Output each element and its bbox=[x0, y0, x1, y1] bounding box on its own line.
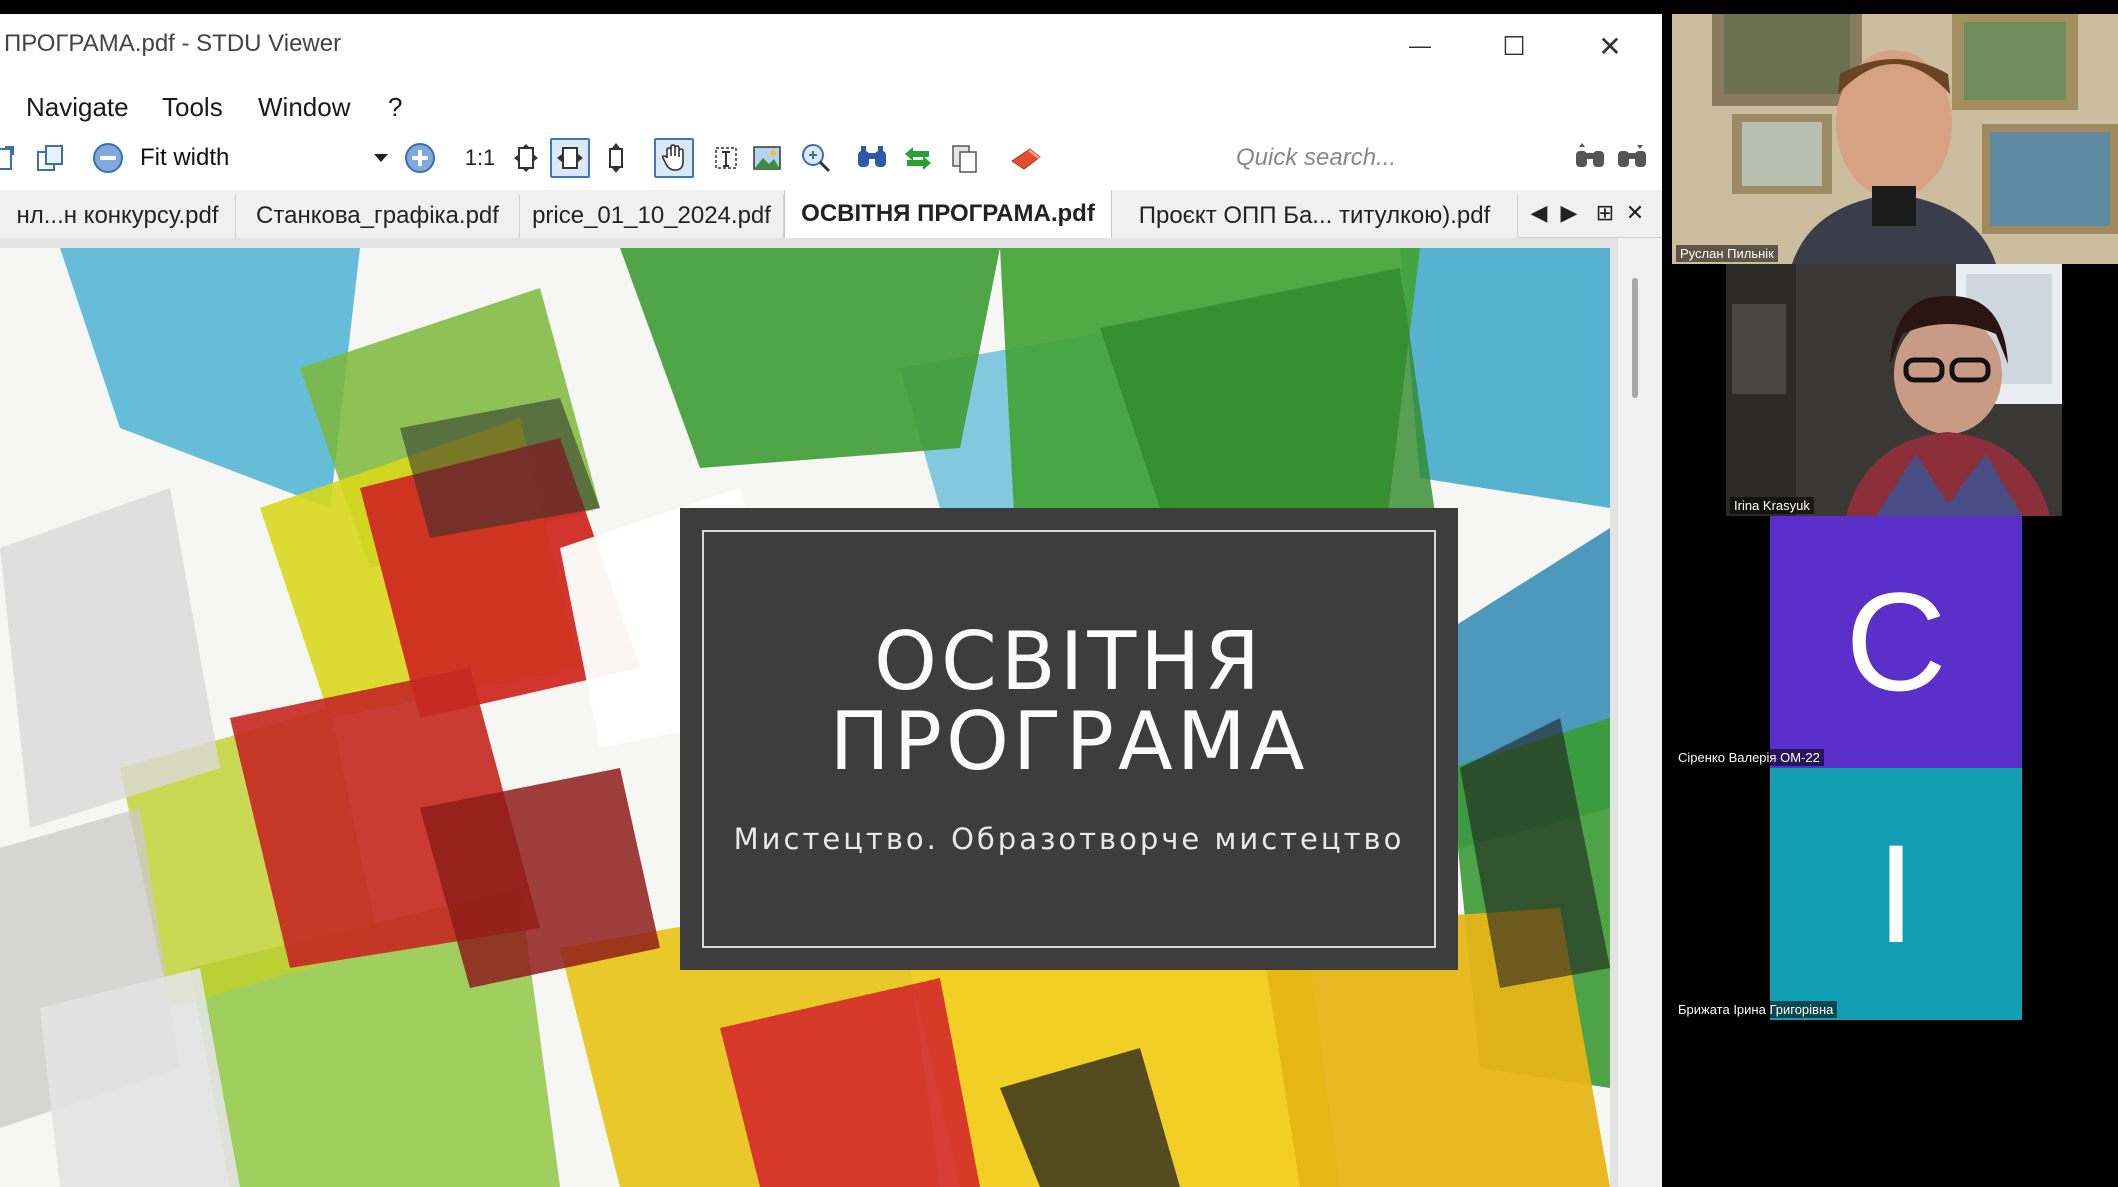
video-call-panel: Руслан Пильнік Irina Krasyuk С Сіренко В… bbox=[1670, 0, 2118, 1187]
avatar: С bbox=[1770, 516, 2022, 768]
slide-title-line: ПРОГРАМА bbox=[829, 695, 1309, 788]
toolbar: Fit width 1:1 bbox=[0, 132, 1662, 184]
chevron-down-icon bbox=[374, 154, 388, 162]
participant-video bbox=[1672, 14, 2118, 264]
zoom-area-icon[interactable] bbox=[796, 138, 836, 178]
maximize-button[interactable]: ☐ bbox=[1484, 24, 1544, 68]
participant-name: Irina Krasyuk bbox=[1730, 497, 1814, 514]
avatar: І bbox=[1770, 768, 2022, 1020]
menu-help[interactable]: ? bbox=[388, 92, 402, 123]
vertical-scrollbar[interactable] bbox=[1618, 238, 1662, 1187]
find-previous-icon[interactable] bbox=[1570, 138, 1610, 178]
participant-name: Руслан Пильнік bbox=[1676, 245, 1778, 262]
fit-page-icon[interactable] bbox=[506, 138, 546, 178]
fit-width-icon[interactable] bbox=[550, 138, 590, 178]
tab-document[interactable]: Станкова_графіка.pdf bbox=[236, 194, 520, 238]
tab-document[interactable]: нл...н конкурсу.pdf bbox=[0, 194, 236, 238]
select-text-icon[interactable] bbox=[706, 138, 746, 178]
pdf-viewer-window: ПРОГРАМА.pdf - STDU Viewer — ☐ ✕ Navigat… bbox=[0, 14, 1662, 1187]
document-area[interactable]: ОСВІТНЯ ПРОГРАМА Мистецтво. Образотворче… bbox=[0, 238, 1662, 1187]
close-window-button[interactable]: ✕ bbox=[1580, 24, 1640, 68]
pdf-page: ОСВІТНЯ ПРОГРАМА Мистецтво. Образотворче… bbox=[0, 248, 1610, 1187]
close-tab-icon[interactable]: ✕ bbox=[1620, 200, 1650, 226]
slide-title: ОСВІТНЯ ПРОГРАМА bbox=[704, 622, 1434, 782]
tab-document-active[interactable]: ОСВІТНЯ ПРОГРАМА.pdf bbox=[784, 190, 1112, 238]
zoom-select[interactable]: Fit width bbox=[126, 136, 394, 180]
tab-scroll-right-icon[interactable]: ▶ bbox=[1554, 200, 1584, 226]
title-bar: ПРОГРАМА.pdf - STDU Viewer — ☐ ✕ bbox=[0, 14, 1662, 78]
export-icon[interactable] bbox=[0, 138, 26, 178]
avatar-initial: С bbox=[1845, 563, 1947, 720]
menu-bar: Navigate Tools Window ? bbox=[0, 78, 1662, 132]
participant-video bbox=[1726, 264, 2062, 516]
participant-name: Сіренко Валерія ОМ-22 bbox=[1674, 749, 1824, 766]
tab-document[interactable]: price_01_10_2024.pdf bbox=[520, 194, 784, 238]
fit-height-icon[interactable] bbox=[596, 138, 636, 178]
screen: ПРОГРАМА.pdf - STDU Viewer — ☐ ✕ Navigat… bbox=[0, 0, 2118, 1187]
find-next-icon[interactable] bbox=[1612, 138, 1652, 178]
find-icon[interactable] bbox=[852, 138, 892, 178]
zoom-in-icon[interactable] bbox=[400, 138, 440, 178]
participant-video-tile[interactable]: Irina Krasyuk bbox=[1726, 264, 2062, 516]
avatar-initial: І bbox=[1876, 815, 1916, 972]
slide-title-frame: ОСВІТНЯ ПРОГРАМА Мистецтво. Образотворче… bbox=[702, 530, 1436, 948]
minimize-button[interactable]: — bbox=[1390, 24, 1450, 68]
highlight-icon[interactable] bbox=[1006, 138, 1046, 178]
window-title: ПРОГРАМА.pdf - STDU Viewer bbox=[4, 30, 342, 57]
slide-title-line: ОСВІТНЯ bbox=[874, 615, 1264, 708]
participant-avatar-tile[interactable]: С Сіренко Валерія ОМ-22 bbox=[1670, 516, 2118, 768]
snapshot-icon[interactable] bbox=[748, 138, 788, 178]
participant-video-tile[interactable]: Руслан Пильнік bbox=[1672, 14, 2118, 264]
hand-tool-icon[interactable] bbox=[654, 138, 694, 178]
zoom-value: Fit width bbox=[140, 144, 230, 171]
menu-navigate[interactable]: Navigate bbox=[26, 92, 129, 123]
menu-window[interactable]: Window bbox=[258, 92, 350, 123]
quick-search-input[interactable] bbox=[1224, 136, 1550, 180]
tab-document[interactable]: Проєкт ОПП Ба... титулкою).pdf bbox=[1112, 194, 1518, 238]
menu-tools[interactable]: Tools bbox=[162, 92, 223, 123]
pages-icon[interactable] bbox=[30, 138, 70, 178]
participant-avatar-tile[interactable]: І Брижата Ірина Григорівна bbox=[1670, 768, 2118, 1020]
copy-icon[interactable] bbox=[944, 138, 984, 178]
tab-scroll-left-icon[interactable]: ◀ bbox=[1524, 200, 1554, 226]
participant-name: Брижата Ірина Григорівна bbox=[1674, 1001, 1838, 1018]
zoom-out-icon[interactable] bbox=[88, 138, 128, 178]
scrollbar-thumb[interactable] bbox=[1632, 278, 1638, 398]
document-tabs: нл...н конкурсу.pdf Станкова_графіка.pdf… bbox=[0, 190, 1662, 238]
tab-list-icon[interactable]: ⊞ bbox=[1590, 200, 1620, 226]
slide-subtitle: Мистецтво. Образотворче мистецтво bbox=[733, 822, 1405, 856]
slide-title-box: ОСВІТНЯ ПРОГРАМА Мистецтво. Образотворче… bbox=[680, 508, 1458, 970]
actual-size-button[interactable]: 1:1 bbox=[460, 138, 500, 178]
prev-next-view-icon[interactable] bbox=[898, 138, 938, 178]
